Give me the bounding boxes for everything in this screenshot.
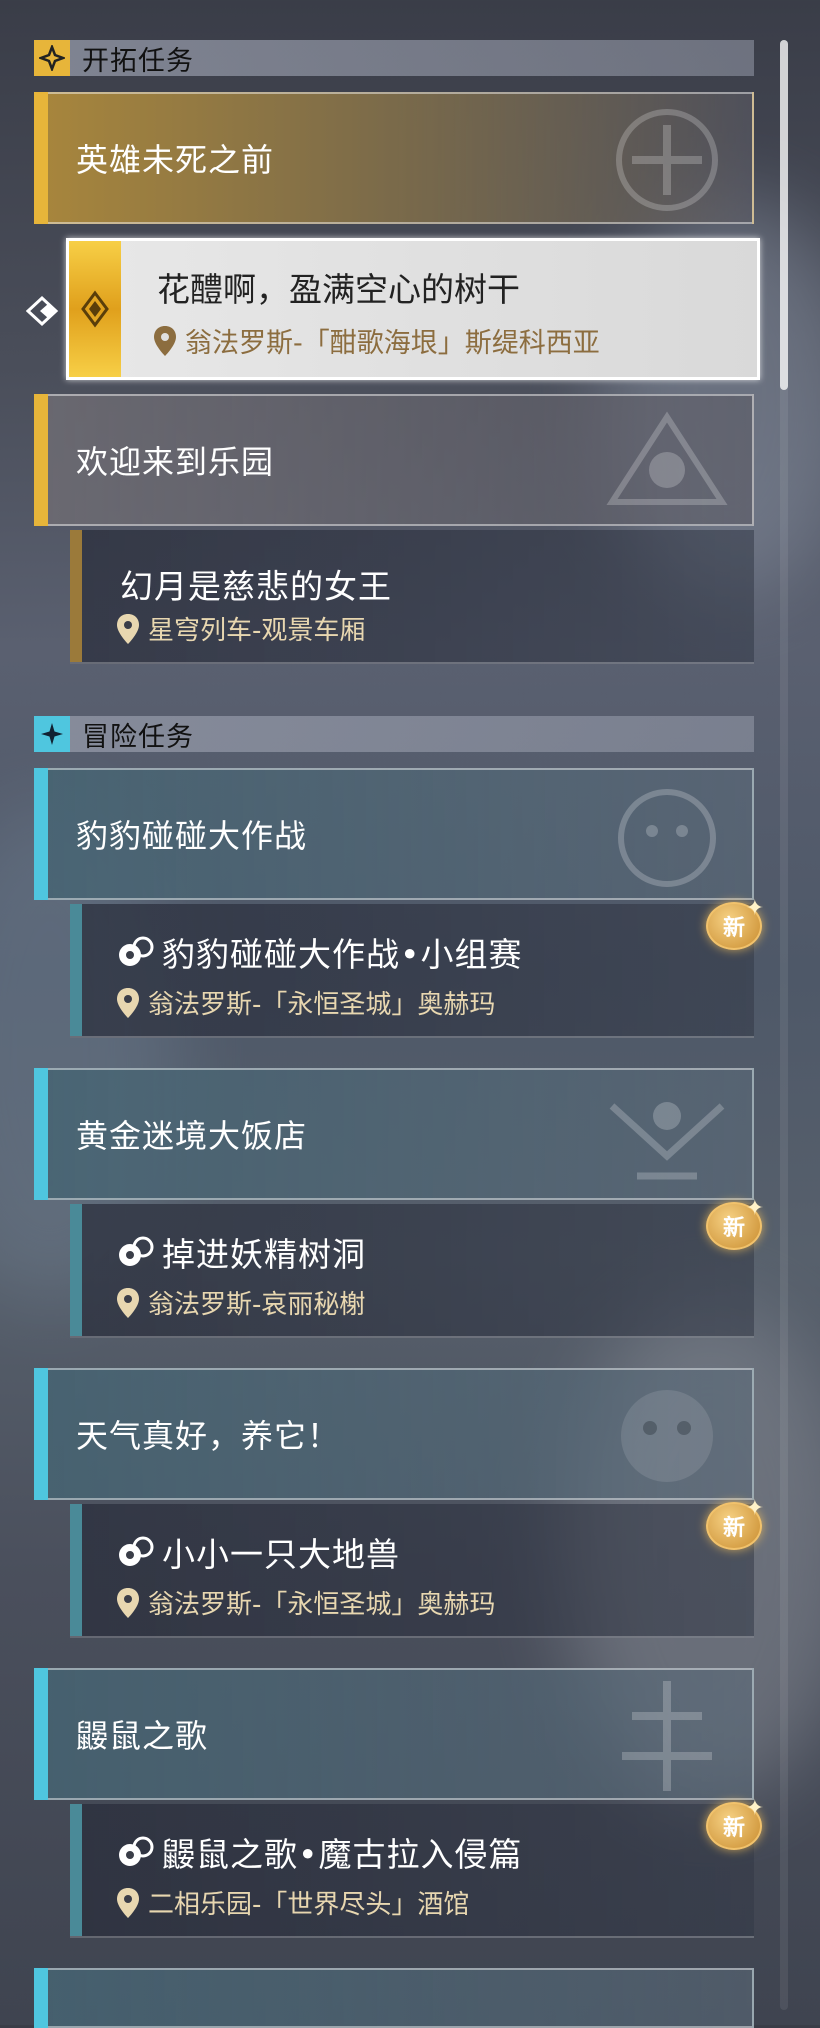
quest-title-text: 豹豹碰碰大作战•小组赛 <box>162 935 523 974</box>
quest-location-text: 翁法罗斯-哀丽秘榭 <box>148 1290 366 1320</box>
group-accent-bar <box>34 394 48 526</box>
quest-item[interactable]: 豹豹碰碰大作战•小组赛 翁法罗斯-「永恒圣城」奥赫玛 新 ✦ <box>70 896 764 1038</box>
section-title: 开拓任务 <box>82 45 194 77</box>
trailblaze-quest-icon <box>81 290 109 328</box>
quest-location-text: 二相乐园-「世界尽头」酒馆 <box>148 1890 470 1920</box>
group-emblem-icon <box>622 1681 712 1791</box>
quest-item[interactable]: 鼹鼠之歌•魔古拉入侵篇 二相乐园-「世界尽头」酒馆 新 ✦ <box>70 1796 764 1938</box>
quest-group[interactable]: 鼹鼠之歌 <box>34 1668 754 1800</box>
quest-location: 翁法罗斯-哀丽秘榭 <box>116 1284 365 1321</box>
selection-cursor-icon <box>26 295 59 327</box>
quest-item-selected[interactable]: 花醴啊，盈满空心的树干 翁法罗斯-「酣歌海垠」斯缇科西亚 <box>66 238 760 380</box>
group-title: 英雄未死之前 <box>76 141 275 179</box>
quest-title-text: 掉进妖精树洞 <box>162 1235 366 1274</box>
new-badge: 新 ✦ <box>706 1796 764 1850</box>
quest-group[interactable]: 黄金迷境大饭店 <box>34 1068 754 1200</box>
adventure-quest-icon <box>119 1236 154 1266</box>
new-badge: 新 ✦ <box>706 1496 764 1550</box>
quest-group[interactable]: 欢迎来到乐园 <box>34 394 754 526</box>
group-title: 鼹鼠之歌 <box>76 1717 209 1755</box>
quest-group[interactable]: 天气真好，养它！ <box>34 1368 754 1500</box>
quest-accent-bar <box>69 241 121 377</box>
scrollbar-thumb[interactable] <box>780 40 788 390</box>
quest-item[interactable]: 幻月是慈悲的女王 星穹列车-观景车厢 <box>70 530 754 664</box>
group-emblem-icon <box>621 1390 713 1482</box>
group-accent-bar <box>34 1968 48 2028</box>
quest-location: 翁法罗斯-「永恒圣城」奥赫玛 <box>116 984 495 1021</box>
sparkle-icon: ✦ <box>745 1496 764 1521</box>
quest-title: 花醴啊，盈满空心的树干 <box>157 270 520 309</box>
section-header-adventure: 冒险任务 <box>34 716 754 753</box>
quest-group-partial[interactable] <box>34 1968 754 2028</box>
group-emblem-icon <box>606 411 728 505</box>
adventure-quest-icon <box>119 1536 154 1566</box>
quest-location-text: 翁法罗斯-「永恒圣城」奥赫玛 <box>148 1590 496 1620</box>
adventure-icon <box>34 716 70 752</box>
section-title: 冒险任务 <box>82 721 194 753</box>
quest-location: 翁法罗斯-「酣歌海垠」斯缇科西亚 <box>153 321 600 360</box>
scrollbar[interactable] <box>780 40 788 2010</box>
location-pin-icon <box>117 1887 139 1918</box>
trailblaze-icon <box>34 40 70 76</box>
adventure-quest-icon <box>119 1836 154 1866</box>
group-accent-bar <box>34 1368 48 1500</box>
location-pin-icon <box>117 1287 139 1318</box>
sparkle-icon: ✦ <box>745 896 764 921</box>
group-title: 豹豹碰碰大作战 <box>76 817 308 855</box>
location-pin-icon <box>117 1587 139 1618</box>
quest-accent-bar <box>70 1504 82 1636</box>
quest-title: 鼹鼠之歌•魔古拉入侵篇 <box>116 1828 522 1876</box>
sparkle-icon: ✦ <box>745 1196 764 1221</box>
group-emblem-icon <box>616 109 718 211</box>
quest-accent-bar <box>70 1804 82 1936</box>
location-pin-icon <box>117 613 139 644</box>
quest-title: 豹豹碰碰大作战•小组赛 <box>116 928 522 976</box>
quest-item[interactable]: 小小一只大地兽 翁法罗斯-「永恒圣城」奥赫玛 新 ✦ <box>70 1496 764 1638</box>
group-title: 黄金迷境大饭店 <box>76 1117 308 1155</box>
quest-location-text: 星穹列车-观景车厢 <box>148 616 366 646</box>
quest-group[interactable]: 豹豹碰碰大作战 <box>34 768 754 900</box>
section-header-trailblaze: 开拓任务 <box>34 40 754 77</box>
quest-title: 小小一只大地兽 <box>116 1528 400 1576</box>
quest-item[interactable]: 掉进妖精树洞 翁法罗斯-哀丽秘榭 新 ✦ <box>70 1196 764 1338</box>
quest-location: 星穹列车-观景车厢 <box>116 610 365 647</box>
group-accent-bar <box>34 1068 48 1200</box>
group-title: 欢迎来到乐园 <box>76 443 275 481</box>
group-title: 天气真好，养它！ <box>76 1417 341 1455</box>
group-accent-bar <box>34 768 48 900</box>
location-pin-icon <box>117 987 139 1018</box>
quest-group[interactable]: 英雄未死之前 <box>34 92 754 224</box>
quest-title-text: 鼹鼠之歌•魔古拉入侵篇 <box>162 1835 523 1874</box>
quest-location-text: 翁法罗斯-「永恒圣城」奥赫玛 <box>148 990 496 1020</box>
quest-title-text: 小小一只大地兽 <box>162 1535 400 1574</box>
group-accent-bar <box>34 92 48 224</box>
group-accent-bar <box>34 1668 48 1800</box>
group-emblem-icon <box>609 1102 725 1180</box>
location-pin-icon <box>154 325 176 356</box>
adventure-quest-icon <box>119 936 154 966</box>
new-badge: 新 ✦ <box>706 1196 764 1250</box>
sparkle-icon: ✦ <box>745 1796 764 1821</box>
quest-location-text: 翁法罗斯-「酣歌海垠」斯缇科西亚 <box>185 328 600 359</box>
quest-title: 掉进妖精树洞 <box>116 1228 366 1276</box>
new-badge: 新 ✦ <box>706 896 764 950</box>
quest-accent-bar <box>70 904 82 1036</box>
group-emblem-icon <box>618 789 716 887</box>
quest-location: 翁法罗斯-「永恒圣城」奥赫玛 <box>116 1584 495 1621</box>
quest-location: 二相乐园-「世界尽头」酒馆 <box>116 1884 469 1921</box>
quest-accent-bar <box>70 1204 82 1336</box>
quest-title: 幻月是慈悲的女王 <box>120 567 392 606</box>
quest-accent-bar <box>70 530 82 662</box>
